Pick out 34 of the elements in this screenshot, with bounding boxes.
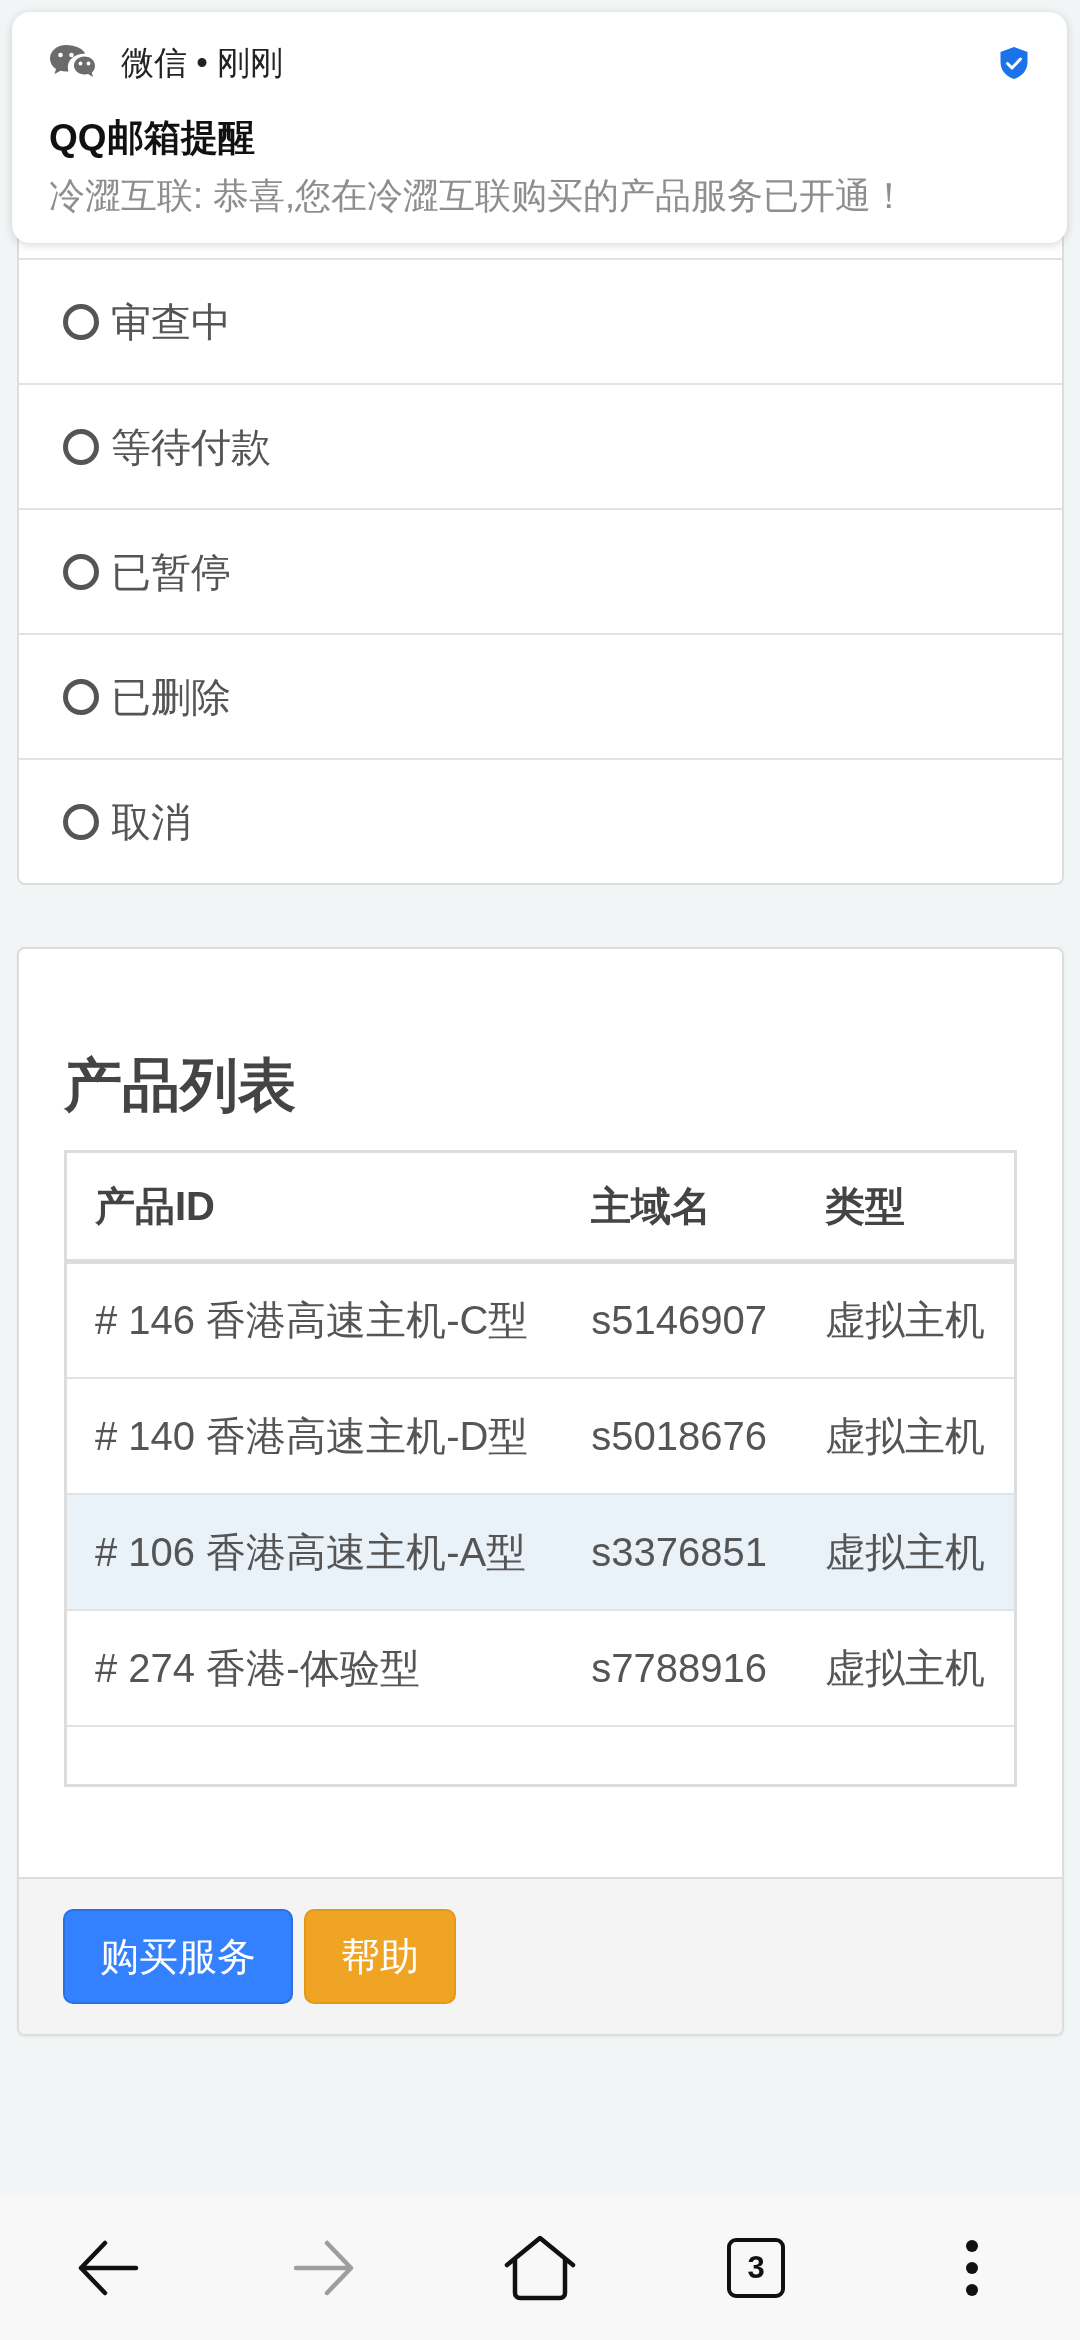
table-cell: s5018676 — [563, 1377, 797, 1494]
table-row[interactable]: # 106 香港高速主机-A型 s3376851 虚拟主机 — [65, 1493, 1016, 1610]
table-cell: # 106 香港高速主机-A型 — [65, 1493, 564, 1610]
table-cell: # 146 香港高速主机-C型 — [65, 1261, 564, 1378]
section-title: 产品列表 — [64, 1051, 297, 1119]
table-cell: # 274 香港-体验型 — [65, 1609, 564, 1726]
table-cell: # 140 香港高速主机-D型 — [65, 1377, 564, 1494]
column-header: 主域名 — [563, 1151, 797, 1262]
table-cell: s3376851 — [563, 1493, 797, 1610]
table-cell: 虚拟主机 — [797, 1609, 1016, 1726]
status-filter-item[interactable]: 等待付款 — [19, 383, 1062, 508]
notification-card[interactable]: 微信 • 刚刚 QQ邮箱提醒 冷澀互联: 恭喜,您在冷澀互联购买的产品服务已开通！ — [12, 12, 1067, 243]
column-header: 产品ID — [65, 1151, 564, 1262]
status-filter-item[interactable]: 审查中 — [19, 258, 1062, 383]
status-filter-item[interactable]: 取消 — [19, 758, 1062, 883]
column-header: 类型 — [797, 1151, 1016, 1262]
table-cell: 虚拟主机 — [797, 1493, 1016, 1610]
status-filter-item[interactable]: 已删除 — [19, 633, 1062, 758]
status-filter-item[interactable]: 已暂停 — [19, 508, 1062, 633]
table-cell: s7788916 — [563, 1609, 797, 1726]
shield-check-icon — [999, 46, 1029, 80]
table-cell: 虚拟主机 — [797, 1377, 1016, 1494]
notification-message: 冷澀互联: 恭喜,您在冷澀互联购买的产品服务已开通！ — [49, 174, 908, 218]
back-arrow-icon[interactable] — [77, 2239, 139, 2296]
home-icon[interactable] — [504, 2234, 576, 2301]
table-row[interactable]: # 146 香港高速主机-C型 s5146907 虚拟主机 — [65, 1261, 1016, 1378]
notification-title: QQ邮箱提醒 — [49, 116, 256, 160]
table-row[interactable]: # 274 香港-体验型 s7788916 虚拟主机 — [65, 1609, 1016, 1726]
menu-icon[interactable] — [965, 2238, 979, 2297]
buy-service-button[interactable]: 购买服务 — [63, 1909, 293, 2004]
table-cell: s5146907 — [563, 1261, 797, 1378]
tabs-button[interactable]: 3 — [727, 2237, 785, 2298]
notification-source: 微信 • 刚刚 — [121, 43, 283, 83]
table-cell: 虚拟主机 — [797, 1261, 1016, 1378]
